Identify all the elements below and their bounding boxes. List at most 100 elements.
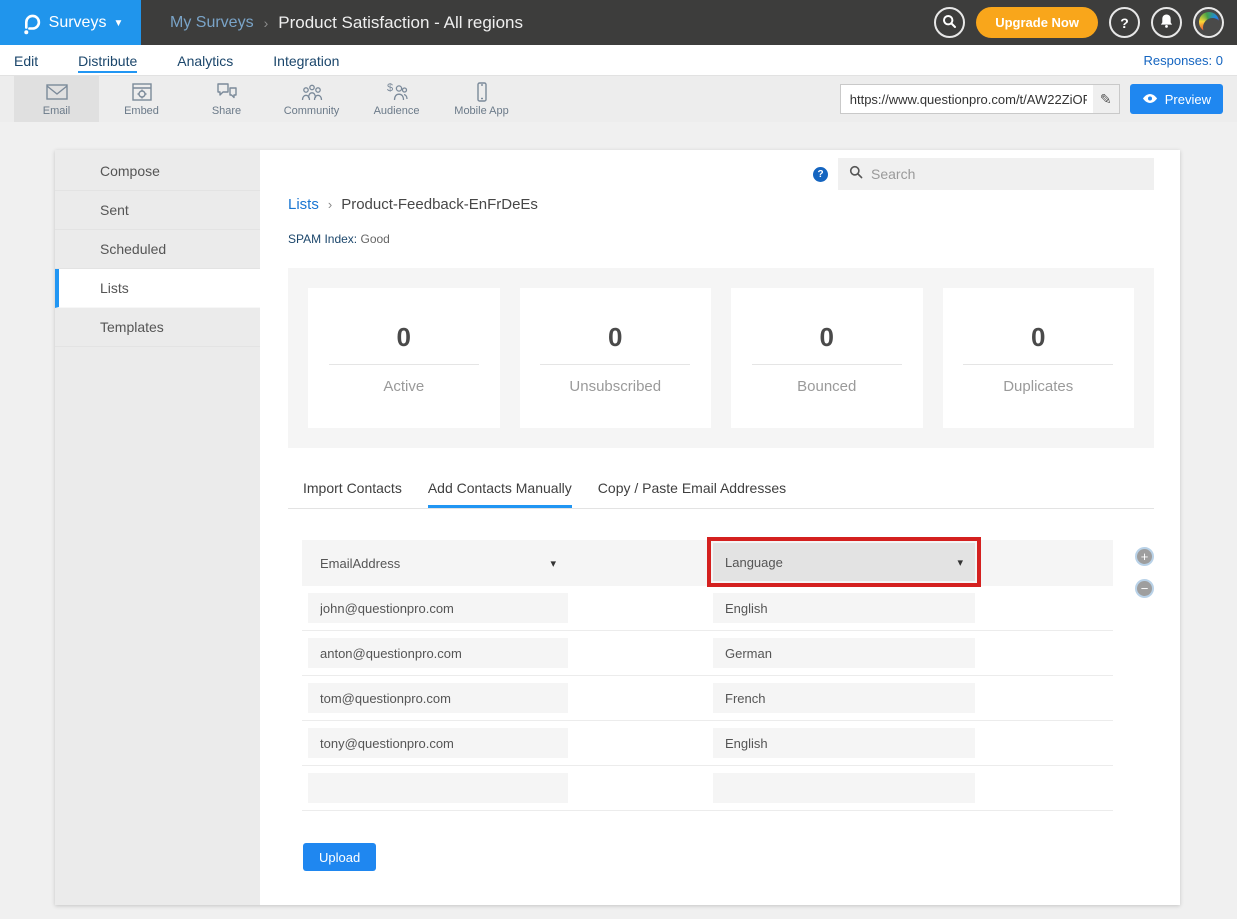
add-row-button[interactable]: + [1135,547,1154,566]
email-cell-input[interactable] [308,593,568,623]
bell-icon [1159,13,1174,32]
nav-tab-integration[interactable]: Integration [273,48,339,73]
toolbar-item-embed[interactable]: Embed [99,76,184,122]
question-mark-icon: ? [1120,15,1129,31]
language-cell-input[interactable] [713,638,975,668]
nav-tab-edit[interactable]: Edit [14,48,38,73]
breadcrumb-separator-icon: › [328,197,332,212]
stat-value: 0 [608,322,622,353]
toolbar-item-audience[interactable]: $ Audience [354,76,439,122]
row-actions: + − [1135,547,1154,811]
email-sidebar: Compose Sent Scheduled Lists Templates [55,150,260,905]
divider [329,364,479,365]
language-cell-input[interactable] [713,728,975,758]
stat-label: Active [383,378,424,395]
contacts-tabs: Import Contacts Add Contacts Manually Co… [288,480,1154,509]
email-cell-input[interactable] [308,638,568,668]
table-row [302,631,1113,676]
email-cell-input[interactable] [308,683,568,713]
remove-row-button[interactable]: − [1135,579,1154,598]
tab-import-contacts[interactable]: Import Contacts [303,480,402,508]
notifications-button[interactable] [1151,7,1182,38]
email-column-selected: EmailAddress [320,556,400,571]
language-column-selected: Language [725,555,783,570]
sidebar-item-lists[interactable]: Lists [55,269,260,308]
breadcrumb-my-surveys[interactable]: My Surveys [170,14,254,32]
community-icon [299,81,325,103]
tab-copy-paste-email-addresses[interactable]: Copy / Paste Email Addresses [598,480,786,508]
survey-link-area: ✎ Preview [840,76,1237,122]
divider [963,364,1113,365]
svg-text:$: $ [387,82,393,94]
chevron-down-icon: ▾ [957,556,963,569]
list-breadcrumb: Lists › Product-Feedback-EnFrDeEs [288,196,1154,213]
list-search-box [838,158,1154,190]
preview-label: Preview [1165,92,1211,107]
preview-button[interactable]: Preview [1130,84,1223,114]
email-icon [44,81,70,103]
nav-tab-distribute[interactable]: Distribute [78,48,137,73]
table-row [302,676,1113,721]
toolbar-item-mobile-app[interactable]: Mobile App [439,76,524,122]
sidebar-item-sent[interactable]: Sent [55,191,260,230]
help-circle-icon[interactable]: ? [813,167,828,182]
sidebar-item-scheduled[interactable]: Scheduled [55,230,260,269]
contacts-table: EmailAddress ▾ Language ▾ [302,540,1113,811]
eye-icon [1142,92,1158,107]
stat-label: Bounced [797,378,856,395]
help-button[interactable]: ? [1109,7,1140,38]
search-input[interactable] [871,166,1143,182]
stat-value: 0 [820,322,834,353]
search-row: ? [288,158,1154,190]
email-column-dropdown[interactable]: EmailAddress ▾ [308,544,568,582]
toolbar-item-label: Email [43,105,71,117]
email-distribute-card: Compose Sent Scheduled Lists Templates ?… [55,150,1180,905]
stat-label: Duplicates [1003,378,1073,395]
stat-label: Unsubscribed [569,378,661,395]
list-name: Product-Feedback-EnFrDeEs [341,196,538,213]
toolbar-item-share[interactable]: Share [184,76,269,122]
mobile-app-icon [472,81,492,103]
global-search-button[interactable] [934,7,965,38]
toolbar-item-community[interactable]: Community [269,76,354,122]
toolbar-item-label: Audience [374,105,420,117]
top-bar-actions: Upgrade Now ? [934,7,1237,38]
table-row [302,721,1113,766]
red-highlight-box: Language ▾ [707,537,981,587]
survey-url-input[interactable] [841,92,1093,107]
embed-icon [130,81,154,103]
tab-add-contacts-manually[interactable]: Add Contacts Manually [428,480,572,508]
email-cell-input[interactable] [308,728,568,758]
contacts-table-wrap: EmailAddress ▾ Language ▾ [288,540,1154,811]
share-icon [215,81,239,103]
toolbar-item-email[interactable]: Email [14,76,99,122]
questionpro-logo-icon [18,10,42,36]
distribute-toolbar: Email Embed Share Community $ Audience M… [0,76,1237,122]
stat-card-bounced: 0 Bounced [731,288,923,428]
toolbar-item-label: Mobile App [454,105,508,117]
breadcrumb-lists-link[interactable]: Lists [288,196,319,213]
stat-value: 0 [397,322,411,353]
email-cell-input[interactable] [308,773,568,803]
language-column-dropdown[interactable]: Language ▾ [713,543,975,581]
sidebar-item-templates[interactable]: Templates [55,308,260,347]
product-name: Surveys [49,14,107,32]
responses-count[interactable]: Responses: 0 [1144,53,1224,68]
spam-index-value: Good [360,232,389,246]
breadcrumb: My Surveys › Product Satisfaction - All … [170,13,523,33]
language-cell-input[interactable] [713,593,975,623]
upgrade-now-button[interactable]: Upgrade Now [976,7,1098,38]
stat-card-active: 0 Active [308,288,500,428]
language-cell-input[interactable] [713,683,975,713]
edit-url-pencil-icon[interactable]: ✎ [1093,85,1119,113]
language-cell-input[interactable] [713,773,975,803]
stat-value: 0 [1031,322,1045,353]
upload-button[interactable]: Upload [303,843,376,871]
spam-index-label: SPAM Index: [288,232,357,246]
lists-panel: ? Lists › Product-Feedback-EnFrDeEs SPAM… [260,150,1184,905]
nav-tab-analytics[interactable]: Analytics [177,48,233,73]
sidebar-item-compose[interactable]: Compose [55,152,260,191]
account-avatar[interactable] [1193,7,1224,38]
breadcrumb-separator-icon: › [264,15,269,31]
app-logo-menu[interactable]: Surveys ▼ [0,0,141,45]
